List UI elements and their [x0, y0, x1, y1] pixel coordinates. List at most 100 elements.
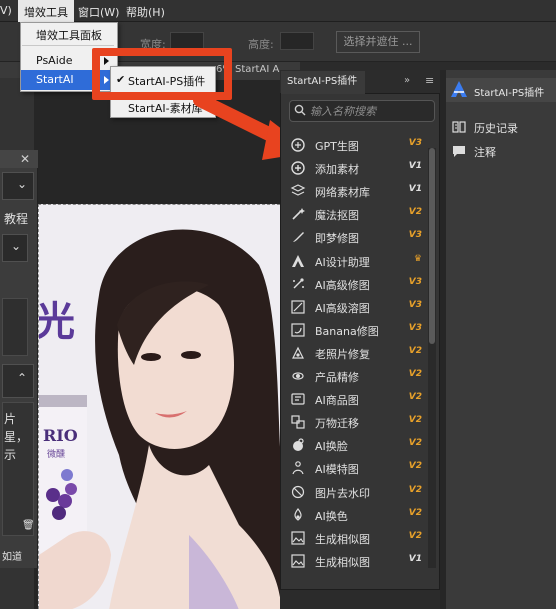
tool-item[interactable]: 万物迁移 V2	[288, 411, 426, 433]
product-refine-icon	[292, 372, 304, 380]
tool-item[interactable]: AI设计助理 ♛	[288, 250, 426, 272]
tool-item-label: AI高级溶图	[315, 301, 370, 315]
version-badge: V2	[408, 484, 422, 495]
left-panel-dropdown-1[interactable]: ⌄	[2, 172, 34, 200]
version-badge: V2	[408, 507, 422, 518]
version-badge: V1	[408, 184, 422, 195]
tool-list: GPT生图 V3 添加素材 V1 网络素材库 V1 魔法抠图 V2 即梦修图 V3 AI设计助理 ♛ A…	[288, 134, 426, 578]
crown-icon: ♛	[413, 253, 422, 264]
dock-plugin-label: StartAI-PS插件	[474, 88, 545, 99]
gpt-icon	[291, 138, 305, 152]
version-badge: V1	[408, 553, 422, 564]
menu-window[interactable]: 窗口(W)	[78, 4, 119, 20]
tool-item[interactable]: Banana修图 V3	[288, 319, 426, 341]
version-badge: V1	[408, 161, 422, 172]
chevron-down-icon: ⌄	[16, 177, 28, 191]
tool-item[interactable]: 生成相似图 V2	[288, 527, 426, 549]
transfer-icon	[291, 415, 305, 429]
tool-item-label: AI高级修图	[315, 278, 370, 292]
face-swap-icon	[293, 438, 304, 452]
tool-item[interactable]: AI商品图 V2	[288, 388, 426, 410]
menu-help[interactable]: 帮助(H)	[126, 4, 165, 20]
blend-icon	[291, 300, 305, 314]
version-badge: V3	[408, 322, 422, 333]
tool-item[interactable]: AI模特图 V2	[288, 457, 426, 479]
brush-icon	[293, 232, 304, 243]
magic-cutout-icon	[292, 208, 305, 220]
canvas-photo: 光 RIO 微醺	[38, 204, 280, 609]
tool-item-label: AI模特图	[315, 463, 359, 477]
can-brand: RIO	[43, 426, 78, 445]
left-panel-collapse[interactable]: ⌃	[2, 364, 34, 398]
tool-item[interactable]: 生成相似图 V1	[288, 550, 426, 572]
close-icon[interactable]: ✕	[20, 152, 30, 166]
can-subtitle: 微醺	[47, 448, 65, 460]
watermark-remove-icon	[291, 485, 305, 498]
search-icon	[294, 104, 306, 116]
left-panel-text-3: 示	[4, 448, 17, 462]
version-badge: V2	[408, 392, 422, 403]
menu-plugins[interactable]: 增效工具	[24, 4, 68, 20]
height-field[interactable]	[280, 32, 314, 50]
tool-item[interactable]: AI换色 V2	[288, 504, 426, 526]
tool-item[interactable]: GPT生图 V3	[288, 134, 426, 156]
collapse-icon[interactable]: »	[404, 75, 410, 86]
version-badge: V3	[408, 230, 422, 241]
menu-divider	[22, 45, 114, 46]
left-panel-text-1: 片	[4, 412, 17, 426]
left-panel-dropdown-2[interactable]: ⌄	[2, 234, 28, 262]
tool-item[interactable]: AI高级溶图 V3	[288, 296, 426, 318]
tool-item[interactable]: AI换脸 V2	[288, 434, 426, 456]
dock-item-notes[interactable]: 注释	[474, 144, 496, 160]
history-icon	[452, 121, 466, 133]
tool-item[interactable]: 魔法抠图 V2	[288, 203, 426, 225]
panel-menu-icon[interactable]: ≡	[425, 74, 434, 87]
tool-item-label: 老照片修复	[315, 347, 370, 361]
tool-item-label: Banana修图	[315, 324, 379, 338]
layers-icon	[290, 184, 306, 196]
tool-item[interactable]: 产品精修 V2	[288, 365, 426, 387]
ai-design-icon	[292, 254, 304, 267]
version-badge: V2	[408, 207, 422, 218]
menu-item-startai[interactable]: StartAI	[36, 73, 74, 86]
chevron-up-icon: ⌃	[16, 371, 28, 385]
tool-item-label: AI换脸	[315, 440, 348, 454]
scrollbar-thumb[interactable]	[429, 148, 435, 344]
tool-item[interactable]: 即梦修图 V3	[288, 226, 426, 248]
version-badge: V2	[408, 461, 422, 472]
menu-item-psaide[interactable]: PsAide	[36, 54, 73, 67]
version-badge: V2	[408, 369, 422, 379]
tool-item[interactable]: 添加素材 V1	[288, 157, 426, 179]
version-badge: V3	[408, 299, 422, 310]
tool-item-label: AI商品图	[315, 394, 359, 408]
ai-product-icon	[291, 393, 305, 405]
version-badge: V3	[408, 138, 422, 148]
version-badge: V2	[408, 415, 422, 426]
tool-item[interactable]: 网络素材库 V1	[288, 180, 426, 202]
left-panel-tutorial-label: 教程	[4, 212, 29, 226]
purple-glyph: 光	[39, 299, 75, 345]
version-badge: V2	[408, 438, 422, 449]
tool-item[interactable]: 图片去水印 V2	[288, 481, 426, 503]
tool-item-label: GPT生图	[315, 140, 359, 153]
tool-item[interactable]: AI高级修图 V3	[288, 273, 426, 295]
dock-item-history[interactable]: 历史记录	[474, 120, 518, 136]
trash-icon[interactable]: 🗑	[22, 520, 35, 531]
tool-item-label: 生成相似图	[315, 555, 370, 569]
menu-image[interactable]: V)	[0, 4, 12, 17]
search-input[interactable]	[310, 102, 432, 120]
version-badge: V2	[408, 345, 422, 356]
left-panel-preview	[2, 298, 28, 356]
chevron-down-icon: ⌄	[10, 239, 22, 253]
select-and-mask-button[interactable]: 选择并遮住 ...	[336, 31, 420, 53]
tool-item[interactable]: 老照片修复 V2	[288, 342, 426, 364]
version-badge: V3	[408, 276, 422, 287]
tool-item-label: 魔法抠图	[315, 209, 359, 223]
left-panel-header	[0, 150, 38, 168]
menu-item-plugin-panel[interactable]: 增效工具面板	[36, 27, 102, 43]
model-icon	[292, 461, 304, 475]
left-panel-bottom-label: 如道	[2, 552, 22, 563]
add-material-icon	[291, 161, 305, 175]
plugin-tab[interactable]: StartAI-PS插件	[281, 71, 365, 94]
tool-item-label: AI换色	[315, 509, 348, 523]
